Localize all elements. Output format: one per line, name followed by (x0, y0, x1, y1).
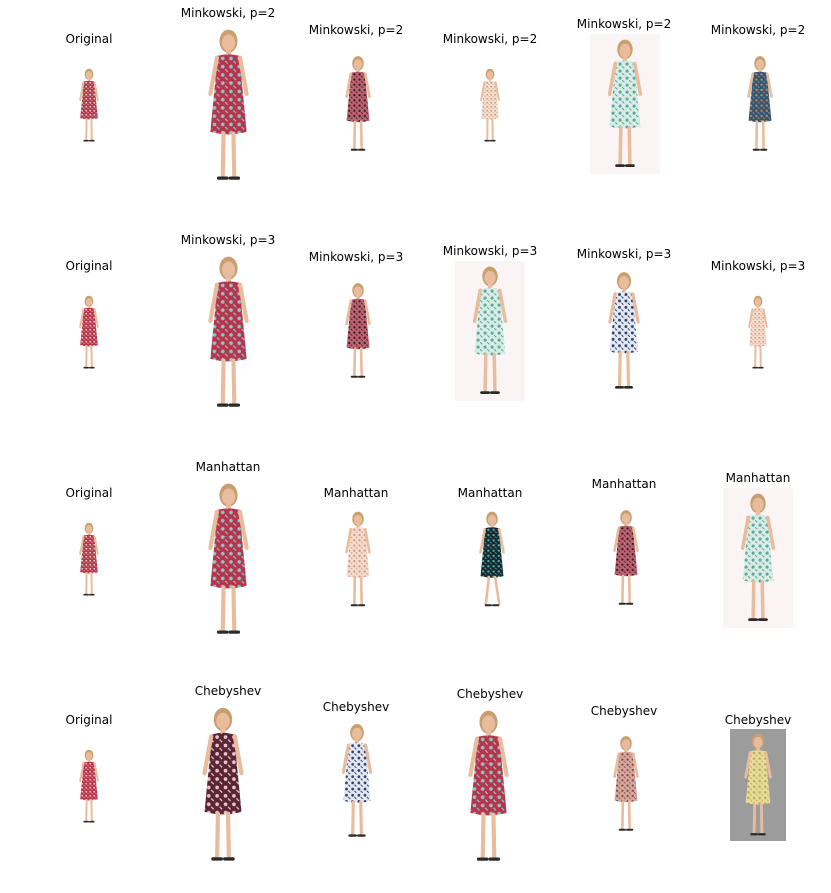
result-image (69, 502, 109, 617)
result-image (168, 701, 278, 869)
result-image (592, 264, 656, 398)
image-caption: Minkowski, p=2 (576, 17, 672, 31)
result-image (181, 250, 276, 415)
result-image (569, 34, 681, 174)
result-image (466, 502, 518, 617)
result-image (332, 40, 384, 168)
image-caption: Minkowski, p=3 (710, 259, 806, 273)
image-caption: Minkowski, p=2 (442, 32, 538, 46)
result-image (734, 40, 786, 168)
image-caption: Minkowski, p=3 (308, 250, 404, 264)
image-caption: Chebyshev (724, 713, 792, 727)
image-caption: Manhattan (591, 477, 657, 491)
result-image (738, 275, 778, 390)
result-image (600, 720, 652, 848)
image-caption: Minkowski, p=2 (710, 23, 806, 37)
image-caption: Manhattan (323, 486, 389, 500)
image-caption: Chebyshev (194, 684, 262, 698)
result-image (69, 275, 109, 390)
image-caption: Original (65, 259, 113, 273)
result-image (69, 48, 109, 163)
result-image (434, 261, 546, 401)
image-caption: Minkowski, p=3 (180, 233, 276, 247)
image-caption: Original (65, 486, 113, 500)
image-caption: Manhattan (195, 460, 261, 474)
result-image (702, 729, 814, 841)
image-caption: Original (65, 32, 113, 46)
result-image (69, 729, 109, 844)
result-image (326, 717, 388, 845)
image-caption: Minkowski, p=2 (180, 6, 276, 20)
image-caption: Manhattan (457, 486, 523, 500)
image-caption: Manhattan (725, 471, 791, 485)
result-image (600, 494, 652, 622)
result-image (332, 267, 384, 395)
result-image (332, 502, 384, 617)
image-caption: Chebyshev (590, 704, 658, 718)
image-caption: Minkowski, p=3 (442, 244, 538, 258)
image-caption: Original (65, 713, 113, 727)
image-caption: Minkowski, p=3 (576, 247, 672, 261)
result-image (181, 477, 276, 642)
image-caption: Chebyshev (322, 700, 390, 714)
result-image (702, 488, 814, 628)
result-image (441, 704, 536, 869)
result-image (470, 48, 510, 163)
image-caption: Minkowski, p=2 (308, 23, 404, 37)
image-caption: Chebyshev (456, 687, 524, 701)
result-image (181, 23, 276, 188)
